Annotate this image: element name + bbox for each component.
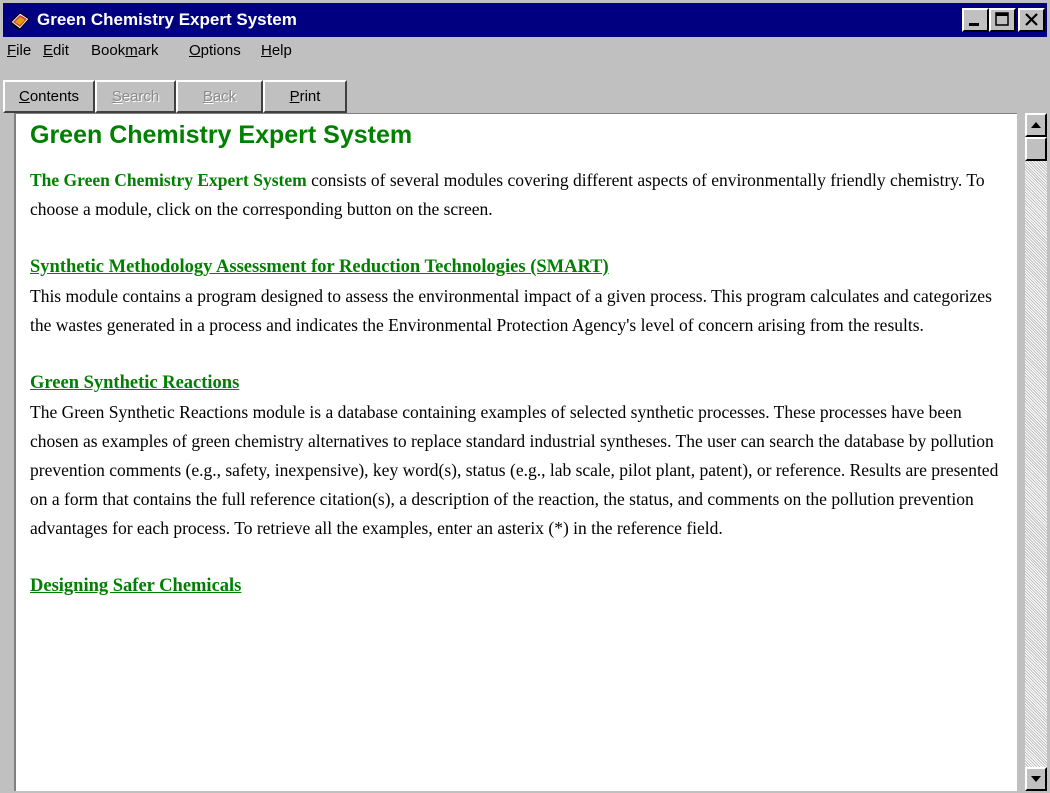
menu-bookmark[interactable]: Bookmark [91,42,159,59]
back-button[interactable]: Back [176,80,263,113]
print-button[interactable]: Print [263,80,347,113]
intro-paragraph: The Green Chemistry Expert System consis… [30,166,1010,224]
intro-lead: The Green Chemistry Expert System [30,170,307,190]
menu-bar: File Edit Bookmark Options Help [3,38,1047,67]
button-bar: Contents Search Back Print [3,80,1047,113]
menu-options[interactable]: Options [189,42,241,59]
green-synthetic-reactions-description: The Green Synthetic Reactions module is … [30,402,999,538]
scroll-down-button[interactable] [1025,767,1047,791]
scroll-thumb[interactable] [1025,137,1047,161]
minimize-icon [969,23,979,26]
book-icon [10,12,30,31]
minimize-button[interactable] [962,8,989,32]
app-window: Green Chemistry Expert System File Edit … [0,0,1050,793]
close-icon [1025,13,1038,26]
link-green-synthetic-reactions[interactable]: Green Synthetic Reactions [30,369,1010,398]
page-title: Green Chemistry Expert System [30,121,413,149]
menu-edit[interactable]: Edit [43,42,69,59]
link-smart[interactable]: Synthetic Methodology Assessment for Red… [30,253,1010,282]
link-designing-safer-chemicals[interactable]: Designing Safer Chemicals [30,572,1010,601]
help-topic: Green Chemistry Expert System The Green … [30,118,1010,601]
close-button[interactable] [1018,8,1045,32]
scroll-up-button[interactable] [1025,113,1047,137]
menu-file[interactable]: File [7,42,31,59]
arrow-down-icon [1031,776,1041,782]
contents-button[interactable]: Contents [3,80,95,113]
maximize-icon [995,12,1009,26]
smart-description: This module contains a program designed … [30,286,992,335]
search-button[interactable]: Search [95,80,176,113]
vertical-scrollbar[interactable] [1025,113,1047,791]
maximize-button[interactable] [989,8,1016,32]
help-content-pane[interactable]: Green Chemistry Expert System The Green … [14,113,1017,791]
caption-buttons [960,8,1045,33]
title-bar[interactable]: Green Chemistry Expert System [3,3,1047,37]
arrow-up-icon [1031,122,1041,128]
menu-help[interactable]: Help [261,42,292,59]
window-title: Green Chemistry Expert System [37,10,297,29]
